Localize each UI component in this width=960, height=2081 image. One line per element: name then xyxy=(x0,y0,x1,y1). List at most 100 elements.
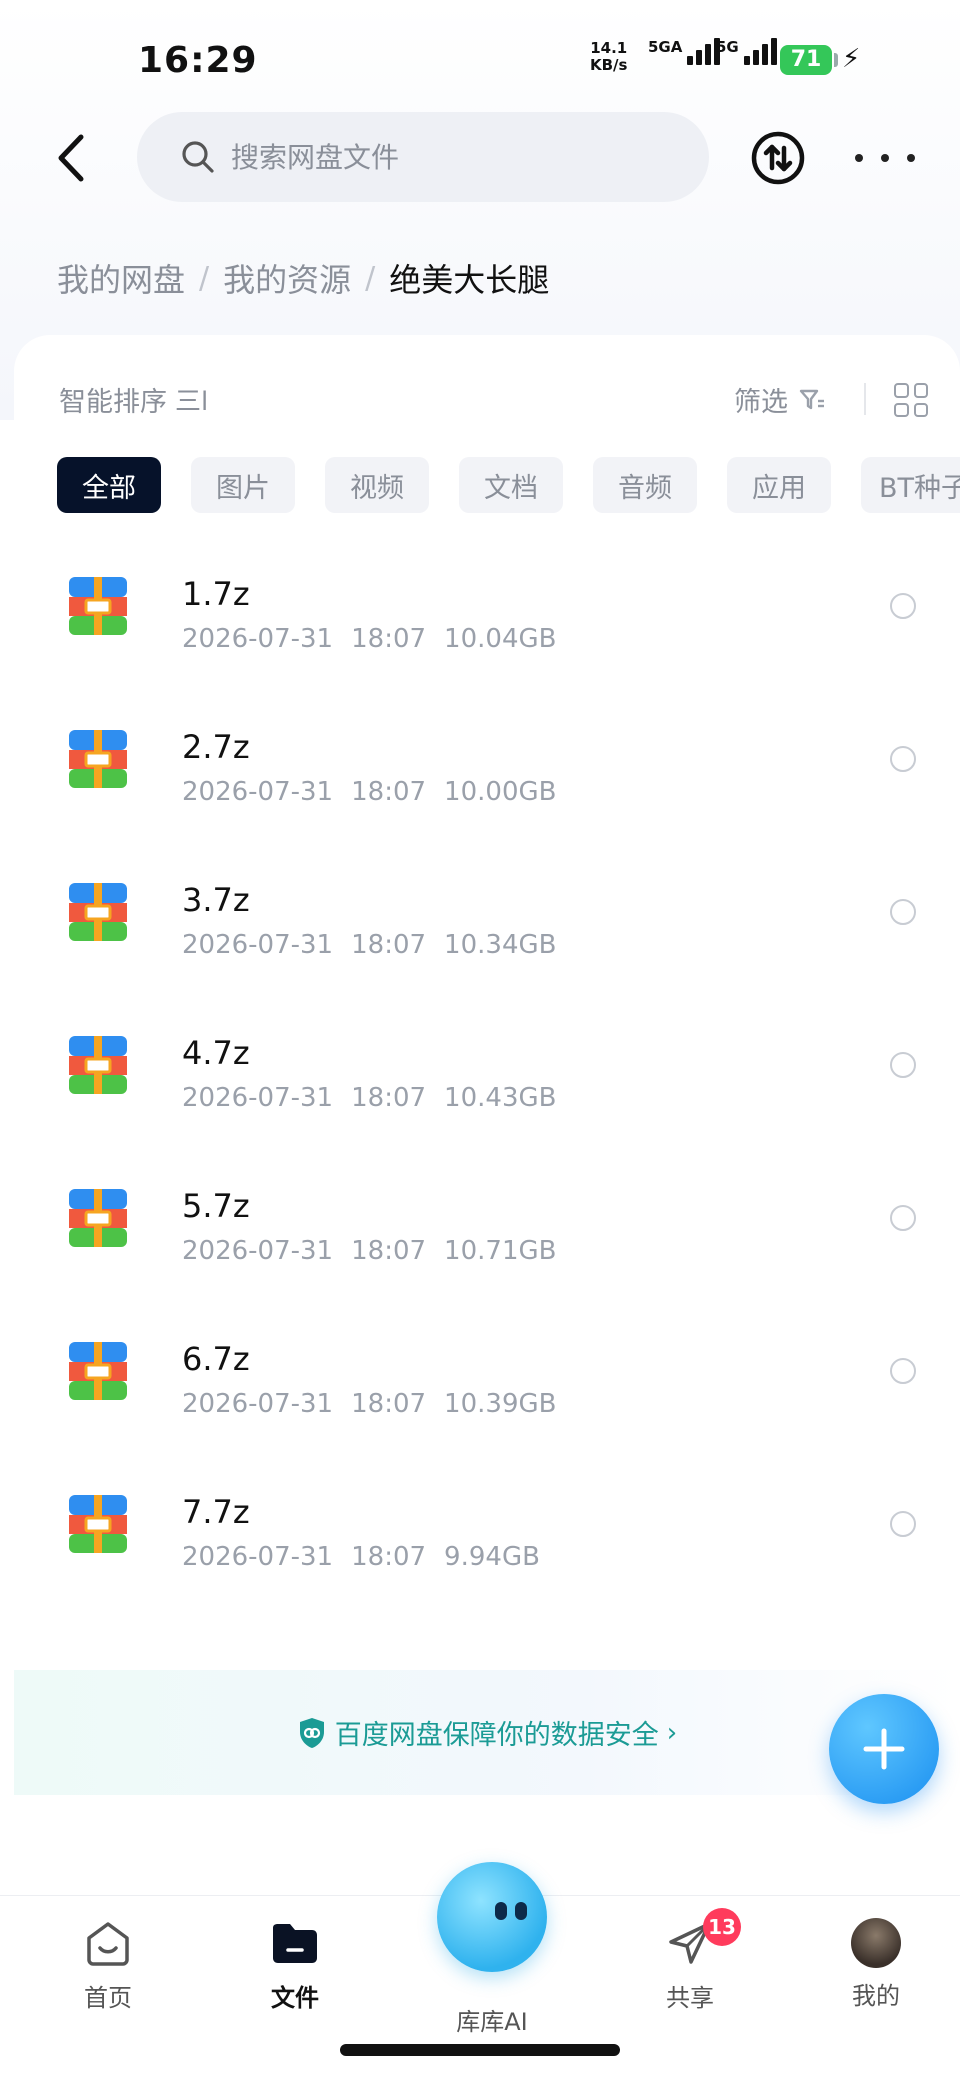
nav-ai[interactable]: 库库AI xyxy=(432,1994,552,2037)
nav-home[interactable]: 首页 xyxy=(48,1916,168,2013)
transfer-list-button[interactable] xyxy=(750,130,806,186)
sort-label: 智能排序 xyxy=(59,387,167,418)
category-chips: 全部 图片 视频 文档 音频 应用 BT种子 xyxy=(57,457,960,513)
file-size: 9.94GB xyxy=(444,1542,540,1572)
select-checkbox[interactable] xyxy=(890,1205,916,1231)
chip-images[interactable]: 图片 xyxy=(191,457,295,513)
dot-icon xyxy=(907,154,915,162)
battery-tip xyxy=(834,53,838,67)
home-indicator xyxy=(340,2044,620,2056)
sort-button[interactable]: 智能排序 三l xyxy=(59,380,208,419)
filter-icon xyxy=(799,389,824,409)
breadcrumb-item-root[interactable]: 我的网盘 xyxy=(57,255,185,301)
file-name: 4.7z xyxy=(182,1034,250,1072)
file-date: 2026-07-31 xyxy=(182,1236,334,1266)
select-checkbox[interactable] xyxy=(890,899,916,925)
search-input[interactable] xyxy=(231,140,631,174)
archive-file-icon xyxy=(69,1189,127,1247)
file-row[interactable]: 5.7z 2026-07-31 18:07 10.71GB xyxy=(14,1149,960,1302)
search-icon xyxy=(182,141,214,173)
chip-audio[interactable]: 音频 xyxy=(593,457,697,513)
select-checkbox[interactable] xyxy=(890,1511,916,1537)
dot-icon xyxy=(855,154,863,162)
file-size: 10.71GB xyxy=(444,1236,557,1266)
file-date: 2026-07-31 xyxy=(182,1542,334,1572)
file-date: 2026-07-31 xyxy=(182,624,334,654)
file-meta: 2026-07-31 18:07 10.00GB xyxy=(182,777,574,807)
grid-view-button[interactable] xyxy=(894,383,928,417)
chip-documents[interactable]: 文档 xyxy=(459,457,563,513)
charging-icon: ⚡ xyxy=(842,44,861,74)
chip-all[interactable]: 全部 xyxy=(57,457,161,513)
nav-me[interactable]: 我的 xyxy=(816,1916,936,2011)
ai-eye xyxy=(495,1902,507,1920)
ai-eye xyxy=(515,1902,527,1920)
breadcrumb-separator: / xyxy=(199,260,210,296)
avatar xyxy=(851,1918,901,1968)
chevron-right-icon: › xyxy=(666,1717,678,1748)
file-meta: 2026-07-31 18:07 10.43GB xyxy=(182,1083,574,1113)
archive-file-icon xyxy=(69,730,127,788)
back-button[interactable] xyxy=(50,130,90,186)
file-time: 18:07 xyxy=(351,930,427,960)
chip-videos[interactable]: 视频 xyxy=(325,457,429,513)
nav-home-label: 首页 xyxy=(84,1984,132,2012)
filter-button[interactable]: 筛选 xyxy=(734,380,826,419)
file-time: 18:07 xyxy=(351,1236,427,1266)
chip-apps[interactable]: 应用 xyxy=(727,457,831,513)
file-name: 6.7z xyxy=(182,1340,250,1378)
file-time: 18:07 xyxy=(351,1083,427,1113)
home-icon xyxy=(87,1922,129,1966)
file-size: 10.34GB xyxy=(444,930,557,960)
chip-bt-seeds[interactable]: BT种子 xyxy=(861,457,960,513)
file-row[interactable]: 3.7z 2026-07-31 18:07 10.34GB xyxy=(14,843,960,996)
select-checkbox[interactable] xyxy=(890,593,916,619)
file-size: 10.43GB xyxy=(444,1083,557,1113)
archive-file-icon xyxy=(69,1036,127,1094)
file-name: 2.7z xyxy=(182,728,250,766)
file-time: 18:07 xyxy=(351,777,427,807)
breadcrumb-item-resources[interactable]: 我的资源 xyxy=(223,255,351,301)
nav-share-label: 共享 xyxy=(666,1984,714,2012)
breadcrumb: 我的网盘 / 我的资源 / 绝美大长腿 xyxy=(57,255,549,301)
file-row[interactable]: 6.7z 2026-07-31 18:07 10.39GB xyxy=(14,1302,960,1455)
breadcrumb-item-current: 绝美大长腿 xyxy=(389,261,550,299)
file-time: 18:07 xyxy=(351,1542,427,1572)
security-banner[interactable]: 百度网盘保障你的数据安全 › xyxy=(14,1670,960,1795)
transfer-icon xyxy=(751,131,805,185)
file-date: 2026-07-31 xyxy=(182,1083,334,1113)
file-meta: 2026-07-31 18:07 10.71GB xyxy=(182,1236,574,1266)
select-checkbox[interactable] xyxy=(890,746,916,772)
signal-icon-sim1: 5GA xyxy=(648,38,721,65)
add-button[interactable] xyxy=(829,1694,939,1804)
archive-file-icon xyxy=(69,1342,127,1400)
file-row[interactable]: 4.7z 2026-07-31 18:07 10.43GB xyxy=(14,996,960,1149)
sim2-label: 5G xyxy=(716,38,739,56)
plus-icon xyxy=(863,1728,905,1770)
network-speed-unit: KB/s xyxy=(590,56,628,74)
more-options-button[interactable] xyxy=(855,140,915,176)
signal-icon-sim2: 5G xyxy=(716,38,777,65)
file-row[interactable]: 1.7z 2026-07-31 18:07 10.04GB xyxy=(14,537,960,690)
network-speed-value: 14.1 xyxy=(590,39,628,57)
toolbar-divider xyxy=(864,383,866,415)
file-panel: 智能排序 三l 筛选 全部 图片 视频 文档 音频 应用 BT种子 1.7z 2… xyxy=(14,335,960,1895)
dot-icon xyxy=(881,154,889,162)
file-row[interactable]: 7.7z 2026-07-31 18:07 9.94GB xyxy=(14,1455,960,1608)
file-meta: 2026-07-31 18:07 10.34GB xyxy=(182,930,574,960)
file-meta: 2026-07-31 18:07 10.04GB xyxy=(182,624,574,654)
sort-icon: 三l xyxy=(175,387,209,417)
grid-icon xyxy=(894,383,909,398)
file-size: 10.00GB xyxy=(444,777,557,807)
nav-files[interactable]: 文件 xyxy=(235,1916,355,2013)
archive-file-icon xyxy=(69,577,127,635)
select-checkbox[interactable] xyxy=(890,1052,916,1078)
file-date: 2026-07-31 xyxy=(182,930,334,960)
breadcrumb-separator: / xyxy=(365,260,376,296)
folder-icon xyxy=(273,1924,317,1963)
select-checkbox[interactable] xyxy=(890,1358,916,1384)
nav-files-label: 文件 xyxy=(271,1984,319,2012)
ai-assistant-bubble[interactable] xyxy=(437,1862,547,1972)
search-bar[interactable] xyxy=(137,112,709,202)
file-row[interactable]: 2.7z 2026-07-31 18:07 10.00GB xyxy=(14,690,960,843)
